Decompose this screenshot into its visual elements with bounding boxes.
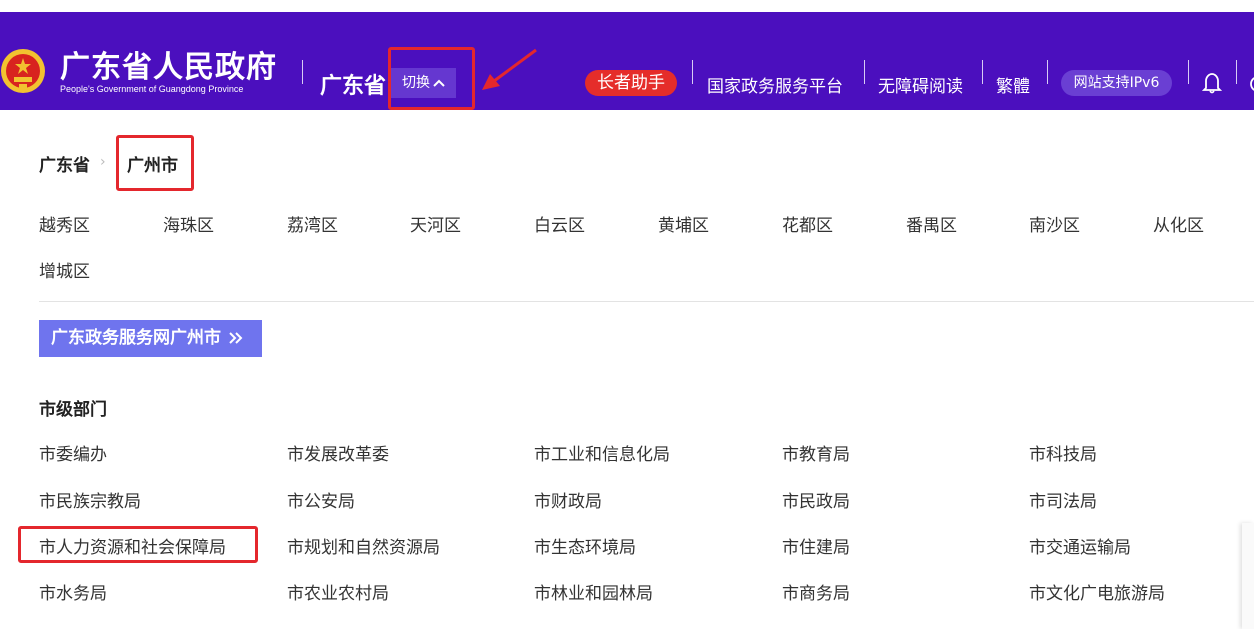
section-divider — [39, 301, 1254, 302]
double-chevron-right-icon — [229, 332, 243, 344]
department-link[interactable]: 市民政局 — [782, 487, 850, 512]
divider — [302, 60, 303, 84]
breadcrumb-separator: › — [100, 154, 106, 170]
arrow-annotation-icon — [482, 48, 537, 90]
department-link[interactable]: 市住建局 — [782, 533, 850, 558]
accessibility-link[interactable]: 无障碍阅读 — [878, 72, 963, 97]
district-link[interactable]: 从化区 — [1153, 211, 1204, 236]
highlight-box — [388, 47, 475, 110]
national-emblem-icon — [1, 49, 45, 93]
district-link[interactable]: 荔湾区 — [287, 211, 338, 236]
department-link[interactable]: 市农业农村局 — [287, 579, 389, 604]
department-link[interactable]: 市发展改革委 — [287, 440, 389, 465]
department-link[interactable]: 市民族宗教局 — [39, 487, 141, 512]
divider — [982, 60, 983, 84]
department-link[interactable]: 市林业和园林局 — [534, 579, 653, 604]
department-link[interactable]: 市规划和自然资源局 — [287, 533, 440, 558]
department-link[interactable]: 市司法局 — [1029, 487, 1097, 512]
guangzhou-portal-button[interactable]: 广东政务服务网广州市 — [39, 320, 262, 357]
divider — [864, 60, 865, 84]
current-province: 广东省 — [320, 74, 387, 99]
breadcrumb-city: 广州市 — [127, 156, 178, 176]
site-title[interactable]: 广东省人民政府 — [60, 42, 277, 86]
section-title: 市级部门 — [39, 400, 107, 420]
department-link[interactable]: 市交通运输局 — [1029, 533, 1131, 558]
portal-button-label: 广东政务服务网广州市 — [51, 328, 221, 348]
divider — [1047, 60, 1048, 84]
traditional-chinese-link[interactable]: 繁體 — [996, 72, 1030, 97]
divider — [1188, 60, 1189, 84]
department-link[interactable]: 市人力资源和社会保障局 — [39, 533, 226, 558]
department-link[interactable]: 市科技局 — [1029, 440, 1097, 465]
department-link[interactable]: 市公安局 — [287, 487, 355, 512]
district-link[interactable]: 南沙区 — [1029, 211, 1080, 236]
district-link[interactable]: 番禺区 — [906, 211, 957, 236]
bell-icon[interactable] — [1202, 72, 1222, 94]
department-link[interactable]: 市教育局 — [782, 440, 850, 465]
site-subtitle: People's Government of Guangdong Provinc… — [60, 84, 244, 94]
district-link[interactable]: 增城区 — [39, 257, 90, 282]
user-icon[interactable] — [1248, 74, 1254, 94]
district-link[interactable]: 海珠区 — [163, 211, 214, 236]
department-link[interactable]: 市财政局 — [534, 487, 602, 512]
ipv6-support-badge: 网站支持IPv6 — [1061, 70, 1172, 96]
district-link[interactable]: 天河区 — [410, 211, 461, 236]
district-link[interactable]: 白云区 — [534, 211, 585, 236]
department-link[interactable]: 市生态环境局 — [534, 533, 636, 558]
department-link[interactable]: 市水务局 — [39, 579, 107, 604]
district-link[interactable]: 越秀区 — [39, 211, 90, 236]
department-link[interactable]: 市文化广电旅游局 — [1029, 579, 1165, 604]
elder-assistant-button[interactable]: 长者助手 — [585, 70, 677, 96]
divider — [1236, 60, 1237, 84]
divider — [692, 60, 693, 84]
breadcrumb-province[interactable]: 广东省 — [39, 151, 90, 176]
district-link[interactable]: 花都区 — [782, 211, 833, 236]
district-link[interactable]: 黄埔区 — [658, 211, 709, 236]
top-header: 广东省人民政府 People's Government of Guangdong… — [0, 12, 1254, 110]
national-gov-service-link[interactable]: 国家政务服务平台 — [707, 72, 843, 97]
side-panel-edge — [1242, 523, 1254, 629]
department-link[interactable]: 市商务局 — [782, 579, 850, 604]
department-link[interactable]: 市委编办 — [39, 440, 107, 465]
department-link[interactable]: 市工业和信息化局 — [534, 440, 670, 465]
